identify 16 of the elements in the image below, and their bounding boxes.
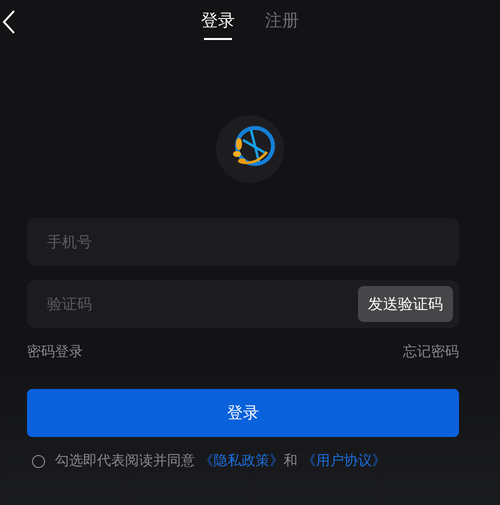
tab[interactable]: 登录 xyxy=(201,1,235,44)
phone-field[interactable]: 手机号 xyxy=(27,218,459,266)
agreement-radio[interactable] xyxy=(32,454,45,468)
code-input[interactable]: 验证码 xyxy=(45,294,358,314)
forgot-password-link[interactable]: 忘记密码 xyxy=(403,343,459,361)
send-code-button[interactable]: 发送验证码 xyxy=(358,286,453,322)
phone-input[interactable]: 手机号 xyxy=(45,232,453,252)
globe-logo-icon xyxy=(215,114,285,184)
code-field[interactable]: 验证码 发送验证码 xyxy=(27,280,459,328)
user-agreement-link[interactable]: 《用户协议》 xyxy=(302,453,386,469)
back-icon[interactable] xyxy=(2,10,16,34)
login-button[interactable]: 登录 xyxy=(27,389,459,437)
privacy-policy-link[interactable]: 《隐私政策》 xyxy=(199,453,284,469)
tab[interactable]: 注册 xyxy=(265,1,299,44)
password-login-link[interactable]: 密码登录 xyxy=(27,343,83,361)
agreement-text: 勾选即代表阅读并同意 《隐私政策》和 《用户协议》 xyxy=(55,452,386,470)
